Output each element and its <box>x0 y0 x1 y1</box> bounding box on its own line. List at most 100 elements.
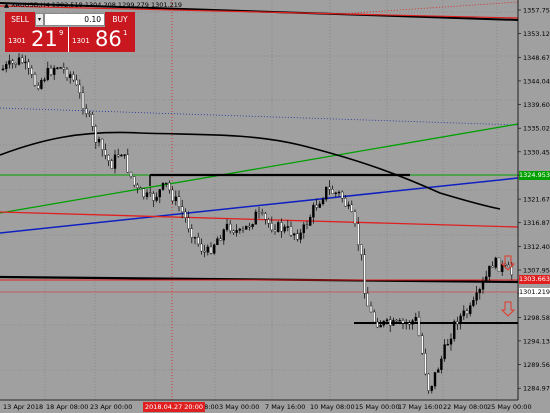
price-tick-label: 1357.75 <box>523 7 550 15</box>
candle-body <box>120 154 123 157</box>
one-click-trading-panel[interactable]: SELL ▾ 0.10 BUY 1301 21 9 1301 86 1 <box>5 12 135 52</box>
candle-body <box>187 217 190 229</box>
candle-body <box>373 311 376 323</box>
candle-body <box>273 229 277 232</box>
candle-body <box>152 193 155 201</box>
sell-button[interactable]: SELL <box>5 12 35 27</box>
candle-body <box>110 160 114 169</box>
time-tick-label: 10 May 08:00 <box>310 403 355 411</box>
candle-body <box>357 223 360 245</box>
candle-body <box>171 189 174 202</box>
buy-button[interactable]: BUY <box>105 12 135 27</box>
red-level-tag: 1303.663 <box>519 275 550 284</box>
price-tick-label: 1316.875 <box>523 219 550 227</box>
candle-body <box>286 226 289 228</box>
candle-body <box>62 67 65 70</box>
candle-body <box>472 300 475 306</box>
candle-body <box>84 108 88 114</box>
candle-body <box>283 226 286 232</box>
candle-body <box>389 319 392 326</box>
candle-body <box>481 282 485 290</box>
candle-body <box>174 196 178 202</box>
candle-body <box>155 196 158 201</box>
candle-body <box>478 289 481 294</box>
price-axis[interactable]: 1357.75 1353.125 1348.670 1344.045 1339.605 1… <box>518 7 550 393</box>
candle-body <box>254 211 258 225</box>
chart-window[interactable]: 1357.75 1353.125 1348.670 1344.045 1339.605 1… <box>0 0 550 413</box>
candle-body <box>17 57 21 65</box>
candle-body <box>321 199 325 205</box>
time-tick-label: 18 Apr 08:00 <box>46 403 88 411</box>
candle-body <box>46 67 49 80</box>
candle-body <box>30 67 33 75</box>
candle-body <box>53 67 56 75</box>
time-tick-label: 15 May 00:00 <box>355 403 400 411</box>
price-tick-label: 1289.565 <box>523 361 550 369</box>
current-price-tag: 1301.219 <box>519 288 550 297</box>
candle-body <box>395 319 398 322</box>
candle-body <box>8 60 11 65</box>
candle-body <box>75 79 78 86</box>
candle-body <box>40 79 43 89</box>
candle-body <box>347 204 350 207</box>
candle-body <box>440 358 443 370</box>
candle-body <box>293 233 296 236</box>
candle-body <box>126 154 130 173</box>
chart-canvas[interactable]: 1357.75 1353.125 1348.670 1344.045 1339.605 1… <box>0 0 550 413</box>
lot-dropdown-icon[interactable]: ▾ <box>35 13 44 26</box>
candle-body <box>88 113 91 115</box>
candle-body <box>430 385 433 391</box>
price-tick-label: 1284.970 <box>523 385 550 393</box>
candle-body <box>462 310 465 317</box>
time-tick-label: 17 May 16:00 <box>398 403 443 411</box>
lot-size-input[interactable]: 0.10 <box>44 13 105 26</box>
time-tick-label: 23 Apr 00:00 <box>90 403 132 411</box>
candle-body <box>443 344 446 360</box>
candle-body <box>11 60 14 64</box>
time-tick-label: 7 May 16:00 <box>265 403 305 411</box>
candle-body <box>318 203 321 208</box>
candle-body <box>267 219 270 224</box>
candle-body <box>219 238 222 241</box>
candle-body <box>123 154 126 156</box>
candle-body <box>148 192 152 194</box>
candle-body <box>360 244 363 255</box>
candle-body <box>145 192 149 197</box>
candle-body <box>142 188 146 197</box>
candle-body <box>392 319 395 326</box>
candle-body <box>65 68 69 78</box>
sell-price-sup: 9 <box>59 29 64 37</box>
candle-body <box>475 292 478 301</box>
candle-body <box>366 293 369 307</box>
candle-body <box>225 223 229 230</box>
candle-body <box>309 216 312 226</box>
candle-body <box>312 204 315 218</box>
candle-body <box>408 322 411 325</box>
time-axis[interactable]: 13 Apr 2018 18 Apr 08:00 23 Apr 00:00 08:00… <box>3 403 532 411</box>
candle-body <box>433 372 437 387</box>
buy-price-display[interactable]: 1301 86 1 <box>69 27 135 52</box>
sell-price-display[interactable]: 1301 21 9 <box>5 27 69 52</box>
candle-body <box>21 57 24 63</box>
candle-body <box>139 187 142 189</box>
candle-body <box>270 223 273 231</box>
candle-body <box>504 264 507 266</box>
sell-price-prefix: 1301 <box>8 37 26 45</box>
candle-body <box>180 206 184 213</box>
candle-body <box>277 222 280 232</box>
candle-body <box>238 228 242 231</box>
candle-body <box>385 319 389 322</box>
candle-body <box>299 232 302 240</box>
candle-body <box>43 79 46 81</box>
buy-price-sup: 1 <box>123 29 128 37</box>
candle-body <box>305 224 309 226</box>
candle-body <box>193 237 197 239</box>
candle-body <box>414 316 417 321</box>
candle-body <box>459 315 462 325</box>
buy-price-big: 86 <box>95 27 122 51</box>
candle-body <box>328 186 331 190</box>
candle-body <box>203 250 206 253</box>
candle-body <box>190 228 194 238</box>
candle-body <box>417 316 421 336</box>
candle-body <box>116 154 120 157</box>
